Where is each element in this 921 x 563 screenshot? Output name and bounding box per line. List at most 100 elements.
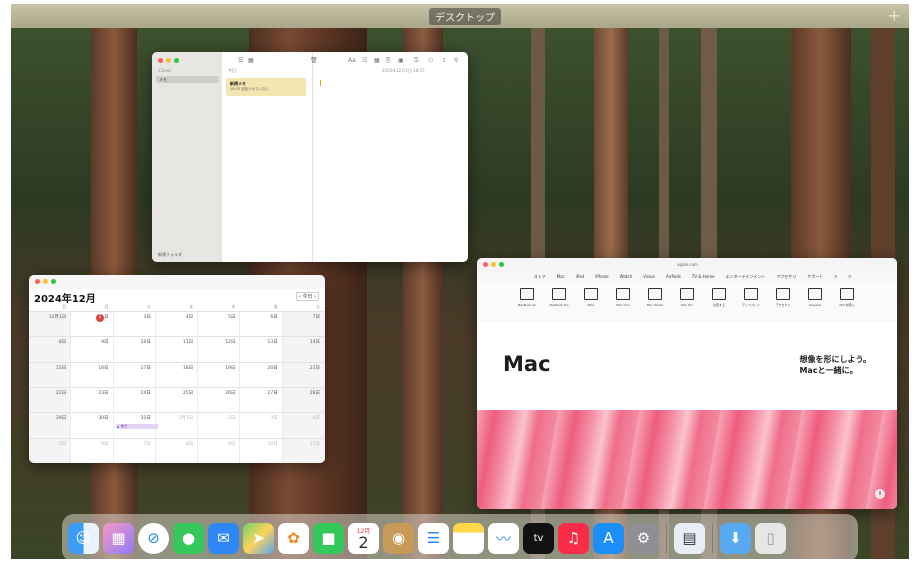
close-icon[interactable] [35, 279, 40, 284]
calendar-window[interactable]: 2024年12月 ‹ 今日 › 日月火水木金土 12月1日 2 日 3日 4日 5日 6日 7… [29, 275, 325, 463]
calendar-day-cell[interactable]: 16日 [71, 361, 114, 387]
zoom-icon[interactable] [51, 279, 56, 284]
calendar-day-cell[interactable]: 3日 [113, 311, 156, 337]
calendar-day-cell[interactable]: 7日 [113, 437, 156, 463]
calendar-day-cell[interactable]: 9日 [198, 437, 241, 463]
product-nav-item[interactable]: ディスプレイ [738, 288, 764, 322]
calendar-day-cell[interactable]: 12月1日 [29, 311, 72, 337]
calendar-day-cell[interactable]: 2日 [71, 311, 114, 337]
search-icon[interactable]: ⚲ [834, 272, 837, 282]
new-folder-button[interactable]: 新規フォルダ [158, 252, 182, 258]
calendar-day-cell[interactable]: 13日 [240, 336, 283, 362]
calendar-day-cell[interactable]: 30日 [71, 412, 114, 438]
safari-icon[interactable]: ⊘ [138, 522, 169, 554]
system-settings-icon[interactable]: ⚙ [628, 522, 659, 554]
calendar-day-cell[interactable]: 6日 [71, 437, 114, 463]
media-icon[interactable]: ▣ [398, 57, 404, 64]
calendar-day-cell[interactable]: 8日 [155, 437, 199, 463]
list-item[interactable]: 新規メモ 18:55 追加テキストなし [226, 78, 306, 96]
checklist-icon[interactable]: ☷ [362, 57, 367, 64]
global-nav-item[interactable]: サポート [807, 272, 823, 282]
minimize-icon[interactable] [166, 58, 171, 63]
global-nav-item[interactable]: Mac [557, 272, 565, 282]
freeform-icon[interactable]: 〰 [488, 522, 519, 554]
calendar-day-cell[interactable]: 3日 [240, 412, 283, 438]
calendar-day-cell[interactable]: 12日 [198, 336, 241, 362]
product-nav-item[interactable]: Mac Studio [642, 288, 668, 322]
global-nav-item[interactable]: iPad [576, 272, 584, 282]
launchpad-icon[interactable]: ▦ [103, 522, 134, 554]
messages-icon[interactable]: ● [173, 522, 204, 554]
calendar-day-cell[interactable]: 26日 [198, 387, 241, 413]
zoom-icon[interactable] [499, 262, 504, 267]
product-nav-item[interactable]: 比較する [706, 288, 732, 322]
calendar-day-cell[interactable]: 24日 [113, 387, 156, 413]
global-nav-item[interactable]: iPhone [595, 272, 609, 282]
folder-item-notes[interactable]: メモ [156, 76, 219, 83]
calendar-day-cell[interactable]: 6日 [240, 311, 283, 337]
format-icon[interactable]: Aa [348, 57, 356, 64]
global-nav-item[interactable]: TV & Home [692, 272, 715, 282]
address-bar[interactable]: apple.com [677, 262, 698, 267]
product-nav-item[interactable]: Mac mini [610, 288, 636, 322]
calendar-day-cell[interactable]: 25日 [155, 387, 199, 413]
calendar-day-cell[interactable]: 14日 [282, 336, 325, 362]
calendar-day-cell[interactable]: 23日 [71, 387, 114, 413]
global-nav-item[interactable]: AirPods [666, 272, 681, 282]
mail-icon[interactable]: ✉ [208, 522, 239, 554]
facetime-icon[interactable]: ■ [313, 522, 344, 554]
gallery-view-icon[interactable]: ▦ [248, 57, 254, 64]
global-nav-item[interactable]: Watch [620, 272, 632, 282]
product-nav-item[interactable]: Mac Pro [674, 288, 700, 322]
calendar-day-cell[interactable]: 27日 [240, 387, 283, 413]
apple-tv-icon[interactable]: tv [523, 522, 554, 554]
minimize-icon[interactable] [491, 262, 496, 267]
today-button[interactable]: 今日 [302, 294, 312, 300]
calendar-day-cell[interactable]: 19日 [198, 361, 241, 387]
preview-icon[interactable]: ▤ [674, 522, 705, 554]
search-icon[interactable]: ⚲ [454, 57, 458, 64]
calendar-day-cell[interactable]: 1月1日 [155, 412, 199, 438]
notes-app-icon[interactable] [453, 522, 484, 554]
calendar-app-icon[interactable]: 12月 2 [348, 522, 379, 554]
calendar-day-cell[interactable]: 15日 [29, 361, 72, 387]
desktop-space-label[interactable]: デスクトップ [429, 8, 501, 25]
trash-bin-icon[interactable]: ▯ [755, 522, 786, 554]
trash-icon[interactable]: 🗑 [310, 57, 318, 64]
photos-icon[interactable]: ✿ [278, 522, 309, 554]
calendar-day-cell[interactable]: 17日 [113, 361, 156, 387]
calendar-day-cell[interactable]: 10日 [240, 437, 283, 463]
calendar-day-cell[interactable]: 10日 [113, 336, 156, 362]
calendar-day-cell[interactable]: 2日 [198, 412, 241, 438]
product-nav-item[interactable]: アクセサリ [770, 288, 796, 322]
calendar-day-cell[interactable]: 5日 [198, 311, 241, 337]
calendar-day-cell[interactable]: 20日 [240, 361, 283, 387]
minimize-icon[interactable] [43, 279, 48, 284]
product-nav-item[interactable]: MacBook Air [514, 288, 540, 322]
product-nav-item[interactable]: Macを購入 [834, 288, 860, 322]
list-view-icon[interactable]: ☰ [238, 57, 243, 64]
global-nav-item[interactable]: ストア [534, 272, 546, 282]
calendar-day-cell[interactable]: 4日 [155, 311, 199, 337]
lock-icon[interactable]: ⚿ [414, 57, 419, 65]
calendar-day-cell[interactable]: 7日 [282, 311, 325, 337]
share-icon[interactable]: ⇪ [442, 57, 447, 64]
calendar-day-cell[interactable]: 4日 [282, 412, 325, 438]
global-nav-item[interactable]: アクセサリ [776, 272, 796, 282]
calendar-day-cell[interactable]: 8日 [29, 336, 72, 362]
today-navigation[interactable]: ‹ 今日 › [295, 292, 319, 301]
calendar-day-cell[interactable]: 28日 [282, 387, 325, 413]
product-nav-item[interactable]: iMac [578, 288, 604, 322]
calendar-day-cell[interactable]: 18日 [155, 361, 199, 387]
music-icon[interactable]: ♫ [558, 522, 589, 554]
close-icon[interactable] [483, 262, 488, 267]
downloads-folder-icon[interactable]: ⬇ [720, 522, 751, 554]
calendar-day-cell[interactable]: 29日 [29, 412, 72, 438]
product-nav-item[interactable]: Sequoia [802, 288, 828, 322]
calendar-day-cell[interactable]: 9日 [71, 336, 114, 362]
calendar-day-cell[interactable]: 21日 [282, 361, 325, 387]
maps-icon[interactable]: ➤ [243, 522, 274, 554]
calendar-day-cell[interactable]: 22日 [29, 387, 72, 413]
pause-button[interactable]: II [875, 489, 885, 499]
global-nav-item[interactable]: エンターテインメント [726, 272, 766, 282]
